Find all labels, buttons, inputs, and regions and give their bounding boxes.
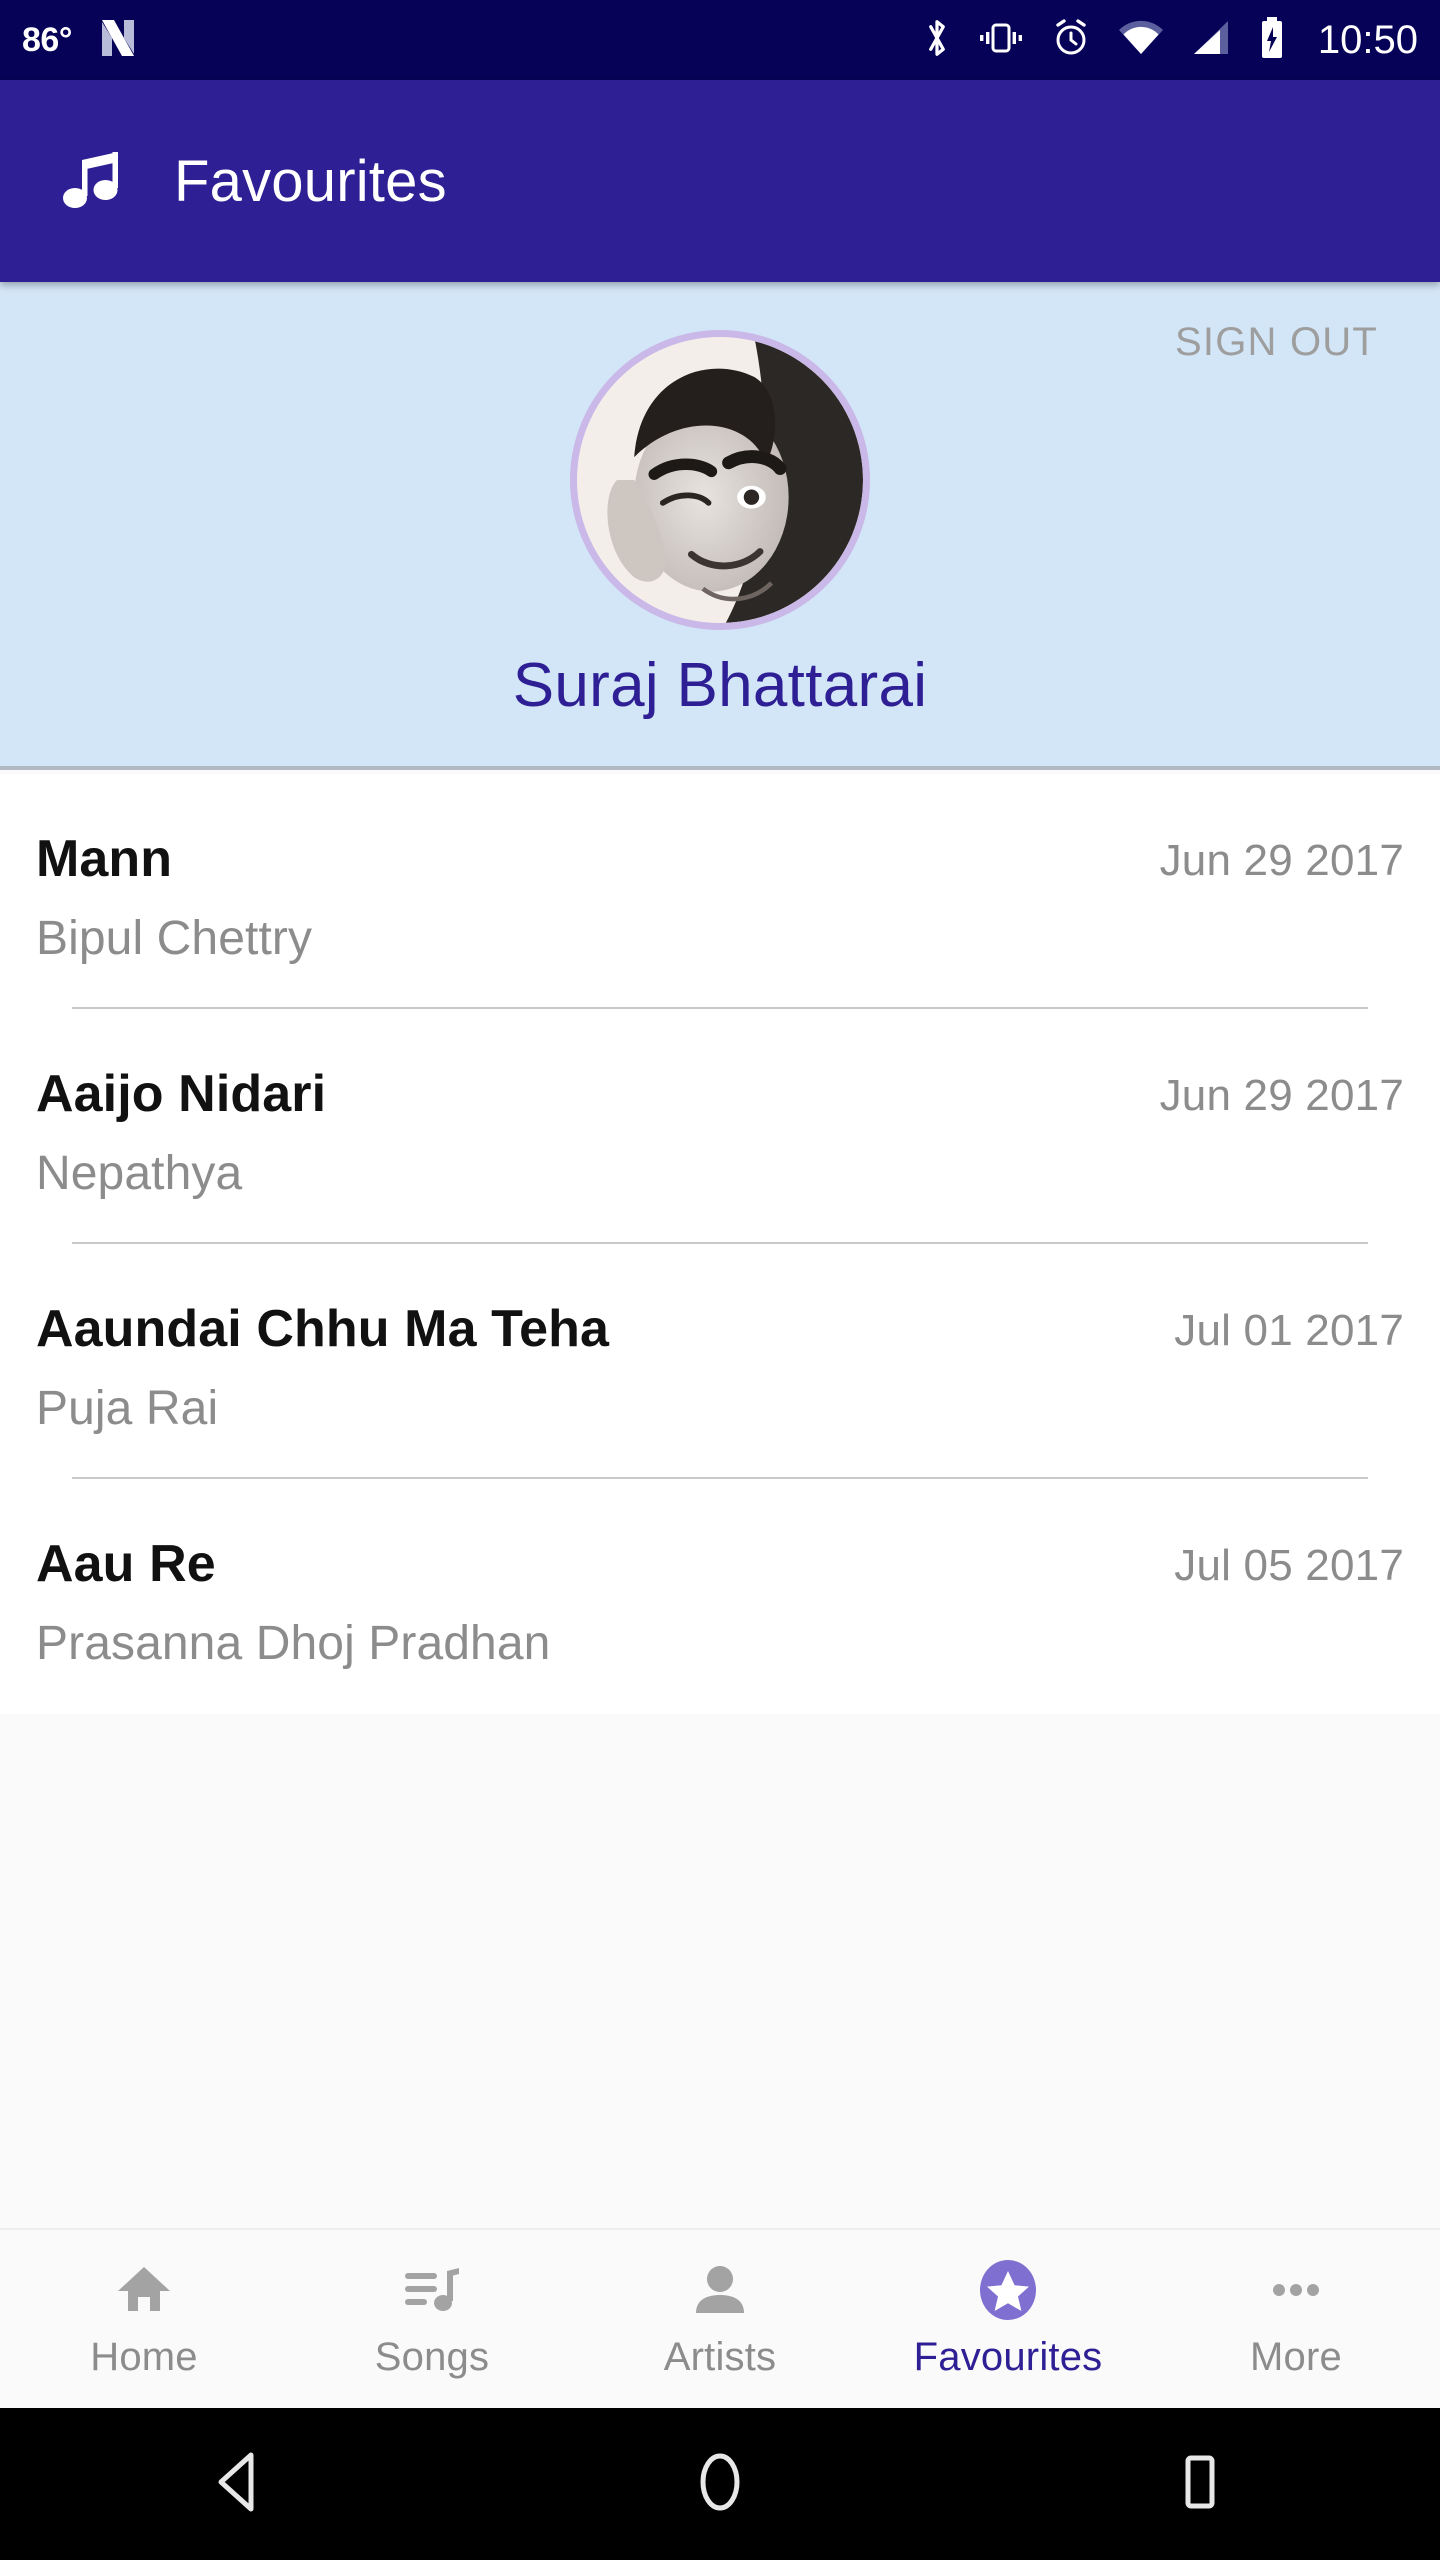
song-artist: Bipul Chettry bbox=[36, 912, 313, 965]
song-title: Aaundai Chhu Ma Teha bbox=[36, 1300, 610, 1358]
song-title: Aaijo Nidari bbox=[36, 1065, 327, 1123]
cellular-signal-icon bbox=[1190, 18, 1232, 63]
more-horizontal-icon bbox=[1266, 2259, 1326, 2321]
song-artist: Puja Rai bbox=[36, 1382, 219, 1435]
song-artist: Prasanna Dhoj Pradhan bbox=[36, 1617, 551, 1670]
tab-favourites-label: Favourites bbox=[913, 2334, 1103, 2379]
wifi-icon bbox=[1118, 18, 1164, 63]
phone-screen: 86° 10:50 Favourites SIGN OUT Suraj Bhat… bbox=[0, 0, 1440, 2560]
battery-charging-icon bbox=[1258, 16, 1286, 65]
status-bar-left: 86° bbox=[22, 16, 138, 65]
temperature-indicator: 86° bbox=[22, 20, 72, 59]
song-date: Jul 05 2017 bbox=[1174, 1541, 1404, 1590]
song-date: Jun 29 2017 bbox=[1159, 1071, 1404, 1120]
recents-button[interactable] bbox=[1090, 2408, 1310, 2560]
home-circle-icon bbox=[691, 2451, 749, 2518]
sign-out-button[interactable]: SIGN OUT bbox=[1175, 320, 1378, 365]
list-item[interactable]: Aaijo Nidari Nepathya Jun 29 2017 bbox=[0, 1009, 1440, 1244]
tab-more[interactable]: More bbox=[1152, 2259, 1440, 2380]
tab-home[interactable]: Home bbox=[0, 2259, 288, 2380]
tab-artists-label: Artists bbox=[663, 2334, 777, 2379]
song-artist: Nepathya bbox=[36, 1147, 243, 1200]
status-bar-right: 10:50 bbox=[922, 15, 1418, 66]
alarm-icon bbox=[1050, 17, 1092, 64]
home-button[interactable] bbox=[610, 2408, 830, 2560]
back-button[interactable] bbox=[130, 2408, 350, 2560]
song-date: Jun 29 2017 bbox=[1159, 836, 1404, 885]
list-item[interactable]: Aau Re Prasanna Dhoj Pradhan Jul 05 2017 bbox=[0, 1479, 1440, 1714]
bottom-tab-bar: Home Songs Artists Favourites More bbox=[0, 2228, 1440, 2408]
favourites-song-list[interactable]: Mann Bipul Chettry Jun 29 2017 Aaijo Nid… bbox=[0, 774, 1440, 1714]
android-nougat-n-logo-icon bbox=[98, 16, 138, 65]
recents-square-icon bbox=[1173, 2451, 1227, 2518]
song-date: Jul 01 2017 bbox=[1174, 1306, 1404, 1355]
tab-home-label: Home bbox=[90, 2334, 198, 2379]
star-icon bbox=[976, 2259, 1040, 2321]
tab-songs-label: Songs bbox=[374, 2334, 490, 2379]
tab-artists[interactable]: Artists bbox=[576, 2259, 864, 2380]
home-icon bbox=[114, 2259, 174, 2321]
status-bar: 86° 10:50 bbox=[0, 0, 1440, 80]
queue-music-icon bbox=[401, 2259, 463, 2321]
user-avatar-photo-icon bbox=[577, 337, 863, 623]
profile-name: Suraj Bhattarai bbox=[512, 651, 928, 720]
profile-header: SIGN OUT Suraj Bhattarai bbox=[0, 282, 1440, 770]
bluetooth-icon bbox=[922, 15, 952, 66]
tab-more-label: More bbox=[1250, 2334, 1342, 2379]
song-title: Mann bbox=[36, 830, 173, 888]
clock-time: 10:50 bbox=[1317, 17, 1418, 62]
music-note-icon bbox=[52, 142, 130, 220]
vibrate-icon bbox=[978, 18, 1024, 63]
page-title: Favourites bbox=[174, 148, 447, 214]
song-title: Aau Re bbox=[36, 1535, 216, 1593]
avatar[interactable] bbox=[570, 330, 870, 630]
back-triangle-icon bbox=[213, 2451, 267, 2518]
tab-songs[interactable]: Songs bbox=[288, 2259, 576, 2380]
person-icon bbox=[692, 2259, 748, 2321]
app-bar: Favourites bbox=[0, 80, 1440, 282]
system-navigation-bar bbox=[0, 2408, 1440, 2560]
tab-favourites[interactable]: Favourites bbox=[864, 2259, 1152, 2380]
list-item[interactable]: Mann Bipul Chettry Jun 29 2017 bbox=[0, 774, 1440, 1009]
list-item[interactable]: Aaundai Chhu Ma Teha Puja Rai Jul 01 201… bbox=[0, 1244, 1440, 1479]
